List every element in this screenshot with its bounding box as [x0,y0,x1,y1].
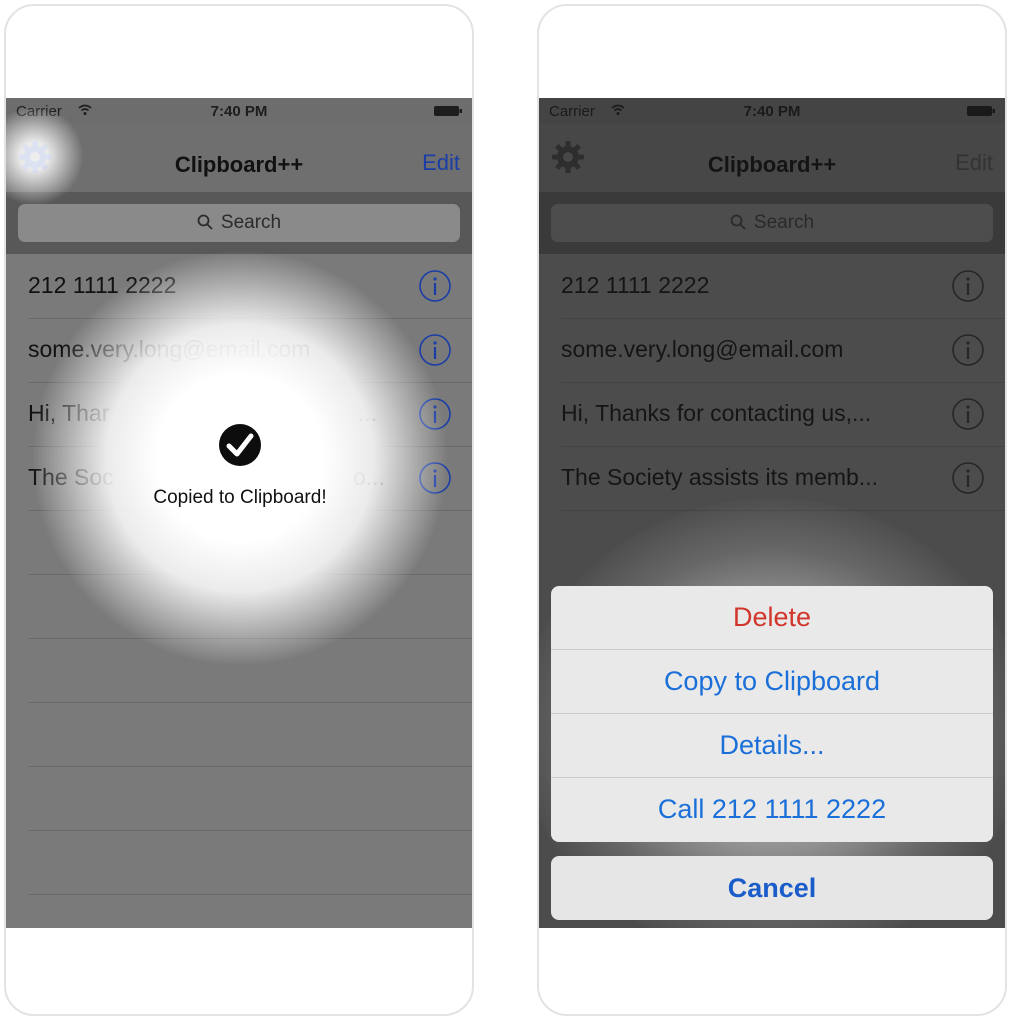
search-placeholder: Search [753,212,815,233]
copy-to-clipboard-button[interactable]: Copy to Clipboard [551,650,993,714]
search-input[interactable]: Search [551,204,993,242]
search-icon [197,214,213,230]
screen: Carrier 7:40 PM Clipboard++ Edit Search … [539,98,1005,928]
screen: Carrier 7:40 PM Clipboard++ Edit Search … [6,98,472,928]
clip-text: some.very.long@email.com [561,336,844,362]
info-icon[interactable] [951,269,985,303]
info-icon[interactable] [418,269,452,303]
search-input[interactable]: Search [18,204,460,242]
info-icon[interactable] [951,397,985,431]
list-item[interactable]: The Society assists its memb... [561,446,1005,511]
battery-icon [434,106,462,116]
list-item[interactable]: Hi, Thanks for contacting us,... [561,382,1005,447]
info-icon[interactable] [418,333,452,367]
status-bar: Carrier 7:40 PM [539,98,1005,124]
list-item[interactable]: 212 1111 2222 [561,254,1005,319]
navigation-bar: Clipboard++ Edit [6,124,472,192]
toast-message: Copied to Clipboard! [153,487,327,508]
details-button[interactable]: Details... [551,714,993,778]
search-icon [730,214,746,230]
divider [28,574,472,575]
delete-button[interactable]: Delete [551,586,993,650]
action-sheet: Delete Copy to Clipboard Details... Call… [551,586,993,842]
clip-text: some.very.long@email.com [28,336,311,362]
divider [28,830,472,831]
search-placeholder: Search [220,212,282,233]
search-bar: Search [6,192,472,254]
clip-text: The Society assists its memb... [561,464,878,490]
list-item[interactable]: some.very.long@email.com [28,318,472,383]
clip-text: Hi, Thanks for contacting us,... [561,400,872,426]
status-time: 7:40 PM [743,103,801,120]
divider [28,894,472,895]
info-icon[interactable] [418,397,452,431]
divider [28,638,472,639]
clip-text: 212 1111 2222 [28,272,177,298]
cancel-button[interactable]: Cancel [551,856,993,920]
edit-button[interactable]: Edit [955,150,993,176]
nav-title: Clipboard++ [707,152,837,177]
phone-left: Carrier 7:40 PM Clipboard++ Edit Search … [4,4,474,1016]
status-bar: Carrier 7:40 PM [6,98,472,124]
copied-toast: Copied to Clipboard! [120,423,360,543]
list-item[interactable]: 212 1111 2222 [28,254,472,319]
edit-button[interactable]: Edit [422,150,460,176]
divider [28,702,472,703]
info-icon[interactable] [951,333,985,367]
list-item[interactable]: some.very.long@email.com [561,318,1005,383]
clip-text: 212 1111 2222 [561,272,710,298]
check-icon [219,424,261,466]
search-bar: Search [539,192,1005,254]
info-icon[interactable] [418,461,452,495]
clip-list: 212 1111 2222 some.very.long@email.com H… [6,254,472,928]
clip-text-tail: ... [358,400,378,426]
info-icon[interactable] [951,461,985,495]
navigation-bar: Clipboard++ Edit [539,124,1005,192]
phone-right: Carrier 7:40 PM Clipboard++ Edit Search … [537,4,1007,1016]
divider [28,766,472,767]
status-time: 7:40 PM [210,103,268,120]
battery-icon [967,106,995,116]
call-number-button[interactable]: Call 212 1111 2222 [551,778,993,841]
nav-title: Clipboard++ [174,152,304,177]
